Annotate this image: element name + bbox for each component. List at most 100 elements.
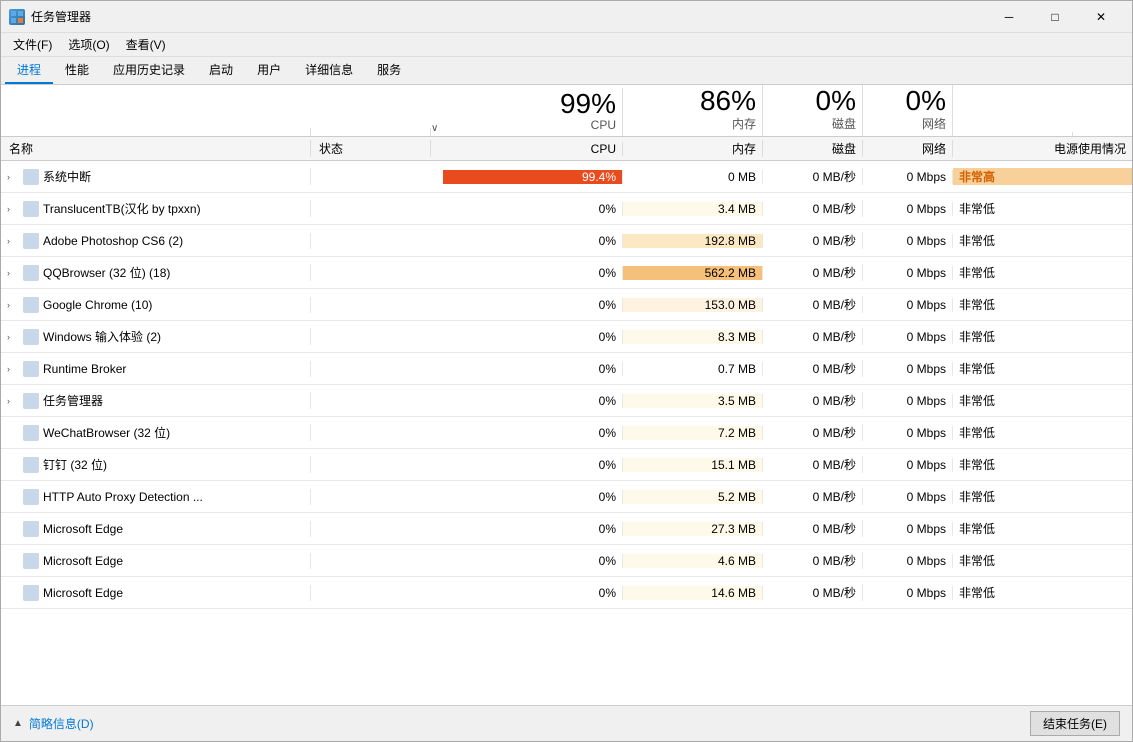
table-row[interactable]: › Runtime Broker 0% 0.7 MB 0 MB/秒 0 Mbps… <box>1 353 1132 385</box>
table-row[interactable]: › Google Chrome (10) 0% 153.0 MB 0 MB/秒 … <box>1 289 1132 321</box>
expand-icon[interactable]: › <box>7 236 19 246</box>
cell-mem: 3.5 MB <box>623 394 763 408</box>
tab-performance[interactable]: 性能 <box>53 57 101 84</box>
cell-cpu: 0% <box>443 394 623 408</box>
process-name: Microsoft Edge <box>43 522 123 536</box>
tab-processes[interactable]: 进程 <box>5 57 53 84</box>
cell-disk: 0 MB/秒 <box>763 232 863 249</box>
cell-name: Microsoft Edge <box>1 521 311 537</box>
expand-icon[interactable]: › <box>7 204 19 214</box>
cell-cpu: 0% <box>443 522 623 536</box>
tab-details[interactable]: 详细信息 <box>293 57 365 84</box>
minimize-button[interactable]: ─ <box>986 1 1032 33</box>
table-row[interactable]: 钉钉 (32 位) 0% 15.1 MB 0 MB/秒 0 Mbps 非常低 <box>1 449 1132 481</box>
process-name: Microsoft Edge <box>43 586 123 600</box>
cell-disk: 0 MB/秒 <box>763 488 863 505</box>
expand-icon[interactable]: › <box>7 332 19 342</box>
cell-mem: 27.3 MB <box>623 522 763 536</box>
footer: ▲ 简略信息(D) 结束任务(E) <box>1 705 1132 741</box>
col-header-net[interactable]: 网络 <box>863 140 953 157</box>
process-icon <box>23 201 39 217</box>
process-name: 任务管理器 <box>43 392 103 409</box>
cell-cpu: 0% <box>443 362 623 376</box>
menu-bar: 文件(F) 选项(O) 查看(V) <box>1 33 1132 57</box>
cell-net: 0 Mbps <box>863 586 953 600</box>
mem-percent: 86% <box>700 87 756 115</box>
cell-net: 0 Mbps <box>863 298 953 312</box>
cell-disk: 0 MB/秒 <box>763 552 863 569</box>
expand-icon[interactable]: › <box>7 300 19 310</box>
cell-cpu: 0% <box>443 490 623 504</box>
col-header-power[interactable]: 电源使用情况 <box>953 140 1132 157</box>
tab-users[interactable]: 用户 <box>245 57 293 84</box>
cell-name: WeChatBrowser (32 位) <box>1 424 311 441</box>
table-row[interactable]: Microsoft Edge 0% 27.3 MB 0 MB/秒 0 Mbps … <box>1 513 1132 545</box>
col-header-disk[interactable]: 磁盘 <box>763 140 863 157</box>
table-row[interactable]: › 系统中断 99.4% 0 MB 0 MB/秒 0 Mbps 非常高 <box>1 161 1132 193</box>
name-col-spacer <box>1 128 311 136</box>
cell-mem: 0 MB <box>623 170 763 184</box>
process-name: 钉钉 (32 位) <box>43 456 107 473</box>
col-header-mem[interactable]: 内存 <box>623 140 763 157</box>
process-icon <box>23 169 39 185</box>
table-row[interactable]: › TranslucentTB(汉化 by tpxxn) 0% 3.4 MB 0… <box>1 193 1132 225</box>
cell-disk: 0 MB/秒 <box>763 456 863 473</box>
process-icon <box>23 489 39 505</box>
expand-icon[interactable]: › <box>7 396 19 406</box>
menu-file[interactable]: 文件(F) <box>5 34 60 55</box>
close-button[interactable]: ✕ <box>1078 1 1124 33</box>
col-header-cpu[interactable]: CPU <box>443 142 623 156</box>
cell-power: 非常低 <box>953 232 1132 249</box>
title-bar-left: 任务管理器 <box>9 8 91 25</box>
table-row[interactable]: › Windows 输入体验 (2) 0% 8.3 MB 0 MB/秒 0 Mb… <box>1 321 1132 353</box>
table-row[interactable]: Microsoft Edge 0% 14.6 MB 0 MB/秒 0 Mbps … <box>1 577 1132 609</box>
expand-icon[interactable]: › <box>7 268 19 278</box>
process-table-body[interactable]: › 系统中断 99.4% 0 MB 0 MB/秒 0 Mbps 非常高 › Tr… <box>1 161 1132 705</box>
cell-disk: 0 MB/秒 <box>763 424 863 441</box>
tab-services[interactable]: 服务 <box>365 57 413 84</box>
tab-startup[interactable]: 启动 <box>197 57 245 84</box>
tab-bar: 进程 性能 应用历史记录 启动 用户 详细信息 服务 <box>1 57 1132 85</box>
cell-power: 非常高 <box>953 168 1132 185</box>
toggle-summary[interactable]: ▲ 简略信息(D) <box>13 715 94 732</box>
main-content: ∨ 99% CPU 86% 内存 0% 磁盘 0% 网络 名称 状态 <box>1 85 1132 705</box>
maximize-button[interactable]: □ <box>1032 1 1078 33</box>
table-row[interactable]: Microsoft Edge 0% 4.6 MB 0 MB/秒 0 Mbps 非… <box>1 545 1132 577</box>
net-percent: 0% <box>906 87 946 115</box>
cell-net: 0 Mbps <box>863 522 953 536</box>
cell-name: 钉钉 (32 位) <box>1 456 311 473</box>
table-row[interactable]: › 任务管理器 0% 3.5 MB 0 MB/秒 0 Mbps 非常低 <box>1 385 1132 417</box>
cell-net: 0 Mbps <box>863 394 953 408</box>
menu-options[interactable]: 选项(O) <box>60 34 117 55</box>
end-task-button[interactable]: 结束任务(E) <box>1030 711 1120 736</box>
cell-power: 非常低 <box>953 424 1132 441</box>
cell-net: 0 Mbps <box>863 266 953 280</box>
cell-net: 0 Mbps <box>863 234 953 248</box>
expand-icon[interactable]: › <box>7 364 19 374</box>
expand-icon[interactable]: › <box>7 172 19 182</box>
cell-disk: 0 MB/秒 <box>763 520 863 537</box>
col-header-status[interactable]: 状态 <box>311 140 431 157</box>
cell-mem: 153.0 MB <box>623 298 763 312</box>
column-headers: 名称 状态 CPU 内存 磁盘 网络 电源使用情况 <box>1 137 1132 161</box>
cell-name: › Adobe Photoshop CS6 (2) <box>1 233 311 249</box>
table-row[interactable]: › QQBrowser (32 位) (18) 0% 562.2 MB 0 MB… <box>1 257 1132 289</box>
cell-net: 0 Mbps <box>863 362 953 376</box>
cell-mem: 562.2 MB <box>623 266 763 280</box>
cell-name: HTTP Auto Proxy Detection ... <box>1 489 311 505</box>
cell-name: › Google Chrome (10) <box>1 297 311 313</box>
table-row[interactable]: HTTP Auto Proxy Detection ... 0% 5.2 MB … <box>1 481 1132 513</box>
cell-name: › QQBrowser (32 位) (18) <box>1 264 311 281</box>
menu-view[interactable]: 查看(V) <box>118 34 174 55</box>
table-row[interactable]: › Adobe Photoshop CS6 (2) 0% 192.8 MB 0 … <box>1 225 1132 257</box>
cell-mem: 192.8 MB <box>623 234 763 248</box>
cell-cpu: 0% <box>443 554 623 568</box>
task-manager-window: 任务管理器 ─ □ ✕ 文件(F) 选项(O) 查看(V) 进程 性能 应用历史… <box>0 0 1133 742</box>
col-header-name[interactable]: 名称 <box>1 140 311 157</box>
tab-app-history[interactable]: 应用历史记录 <box>101 57 197 84</box>
table-row[interactable]: WeChatBrowser (32 位) 0% 7.2 MB 0 MB/秒 0 … <box>1 417 1132 449</box>
cell-mem: 3.4 MB <box>623 202 763 216</box>
net-stat: 0% 网络 <box>863 85 953 136</box>
cell-disk: 0 MB/秒 <box>763 168 863 185</box>
cell-disk: 0 MB/秒 <box>763 296 863 313</box>
